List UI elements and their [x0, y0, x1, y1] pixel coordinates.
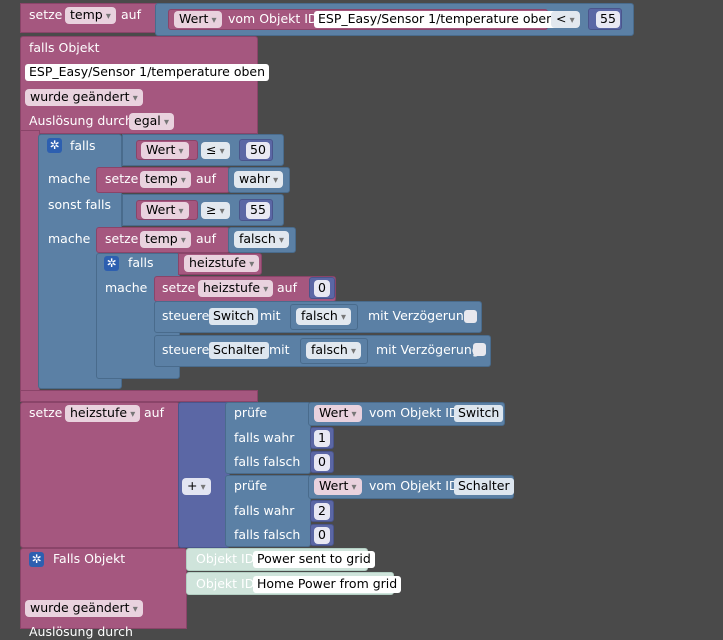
wert-dropdown[interactable]: Wert — [141, 142, 189, 159]
steuere-label: steuere — [162, 342, 210, 357]
gear-icon[interactable]: ✲ — [104, 256, 119, 271]
object-field-home-power[interactable]: Home Power from grid — [253, 576, 402, 593]
set-heizstufe-block[interactable] — [20, 402, 180, 548]
number-field-50[interactable]: 50 — [246, 142, 270, 159]
var-dropdown-heizstufe[interactable]: heizstufe — [65, 405, 141, 422]
falls-label: falls — [128, 255, 154, 270]
ausloesung-label: Auslösung durch — [29, 113, 133, 128]
egal-dropdown[interactable]: egal — [129, 113, 174, 130]
wert-dropdown[interactable]: Wert — [314, 405, 362, 422]
operator-dropdown[interactable]: ≤ — [201, 142, 230, 159]
number-field-2[interactable]: 2 — [314, 503, 330, 520]
object-field-switch[interactable]: Switch — [454, 405, 504, 422]
wurde-geaendert-dropdown[interactable]: wurde geändert — [25, 600, 143, 617]
mache-label: mache — [105, 280, 148, 295]
auf-label: auf — [196, 231, 216, 246]
wert-dropdown[interactable]: Wert — [174, 11, 222, 28]
operator-dropdown-plus[interactable]: + — [182, 478, 211, 495]
falls-falsch-label: falls falsch — [234, 527, 301, 542]
trigger-block-1-spine — [20, 130, 40, 402]
steuere-label: steuere — [162, 308, 210, 323]
number-field-1[interactable]: 1 — [314, 430, 330, 447]
falls-wahr-label: falls wahr — [234, 430, 295, 445]
var-dropdown-temp[interactable]: temp — [140, 231, 191, 248]
falls-objekt-label: Falls Objekt — [53, 551, 126, 566]
gear-icon[interactable]: ✲ — [29, 552, 44, 567]
mit-label: mit — [260, 308, 281, 323]
vom-objekt-label: vom Objekt ID — [228, 11, 318, 26]
number-field-0[interactable]: 0 — [314, 527, 330, 544]
mit-verzoegerung-label: mit Verzögerung — [376, 342, 480, 357]
object-field-switch[interactable]: Switch — [209, 308, 259, 325]
verzoegerung-checkbox[interactable] — [473, 343, 486, 356]
setze-label: setze — [105, 231, 139, 246]
setze-label: setze — [29, 7, 63, 22]
var-dropdown-temp[interactable]: temp — [140, 171, 191, 188]
mit-label: mit — [269, 342, 290, 357]
trigger-block-1-foot — [20, 390, 258, 402]
setze-label: setze — [162, 280, 196, 295]
sonst-falls-label: sonst falls — [48, 197, 111, 212]
plus-block[interactable] — [178, 402, 230, 548]
object-id-field[interactable]: ESP_Easy/Sensor 1/temperature oben — [314, 11, 559, 28]
auf-label: auf — [277, 280, 297, 295]
wert-dropdown[interactable]: Wert — [314, 478, 362, 495]
auf-label: auf — [121, 7, 141, 22]
verzoegerung-checkbox[interactable] — [464, 310, 477, 323]
object-field-schalter[interactable]: Schalter — [454, 478, 514, 495]
pruefe-label: prüfe — [234, 405, 268, 420]
bool-dropdown-falsch[interactable]: falsch — [306, 342, 362, 359]
object-field-power-sent[interactable]: Power sent to grid — [253, 551, 375, 568]
objekt-id-label: Objekt ID — [196, 576, 255, 591]
operator-dropdown[interactable]: < — [551, 11, 580, 28]
falls-label: falls — [70, 138, 96, 153]
number-field-0[interactable]: 0 — [314, 454, 330, 471]
mache-label: mache — [48, 171, 91, 186]
wurde-geaendert-dropdown[interactable]: wurde geändert — [25, 89, 143, 106]
object-field-schalter[interactable]: Schalter — [209, 342, 269, 359]
var-dropdown-heizstufe[interactable]: heizstufe — [198, 280, 274, 297]
number-field-55[interactable]: 55 — [596, 11, 620, 28]
number-field-0[interactable]: 0 — [314, 280, 330, 297]
auf-label: auf — [144, 405, 164, 420]
objekt-id-label: Objekt ID — [196, 551, 255, 566]
bool-dropdown-falsch[interactable]: falsch — [234, 231, 290, 248]
bool-dropdown-wahr[interactable]: wahr — [234, 171, 284, 188]
var-dropdown-heizstufe[interactable]: heizstufe — [184, 255, 260, 272]
vom-objekt-label: vom Objekt ID — [369, 478, 459, 493]
mache-label: mache — [48, 231, 91, 246]
gear-icon[interactable]: ✲ — [47, 138, 62, 153]
operator-dropdown[interactable]: ≥ — [201, 202, 230, 219]
setze-label: setze — [29, 405, 63, 420]
number-field-55[interactable]: 55 — [246, 202, 270, 219]
pruefe-label: prüfe — [234, 478, 268, 493]
vom-objekt-label: vom Objekt ID — [369, 405, 459, 420]
falls-falsch-label: falls falsch — [234, 454, 301, 469]
ausloesung-label: Auslösung durch — [29, 624, 133, 639]
var-dropdown-temp[interactable]: temp — [65, 7, 116, 24]
wert-dropdown[interactable]: Wert — [141, 202, 189, 219]
setze-label: setze — [105, 171, 139, 186]
bool-dropdown-falsch[interactable]: falsch — [296, 308, 352, 325]
falls-objekt-label: falls Objekt — [29, 40, 100, 55]
mit-verzoegerung-label: mit Verzögerung — [368, 308, 472, 323]
trigger-object-field[interactable]: ESP_Easy/Sensor 1/temperature oben — [25, 64, 270, 81]
auf-label: auf — [196, 171, 216, 186]
falls-wahr-label: falls wahr — [234, 503, 295, 518]
